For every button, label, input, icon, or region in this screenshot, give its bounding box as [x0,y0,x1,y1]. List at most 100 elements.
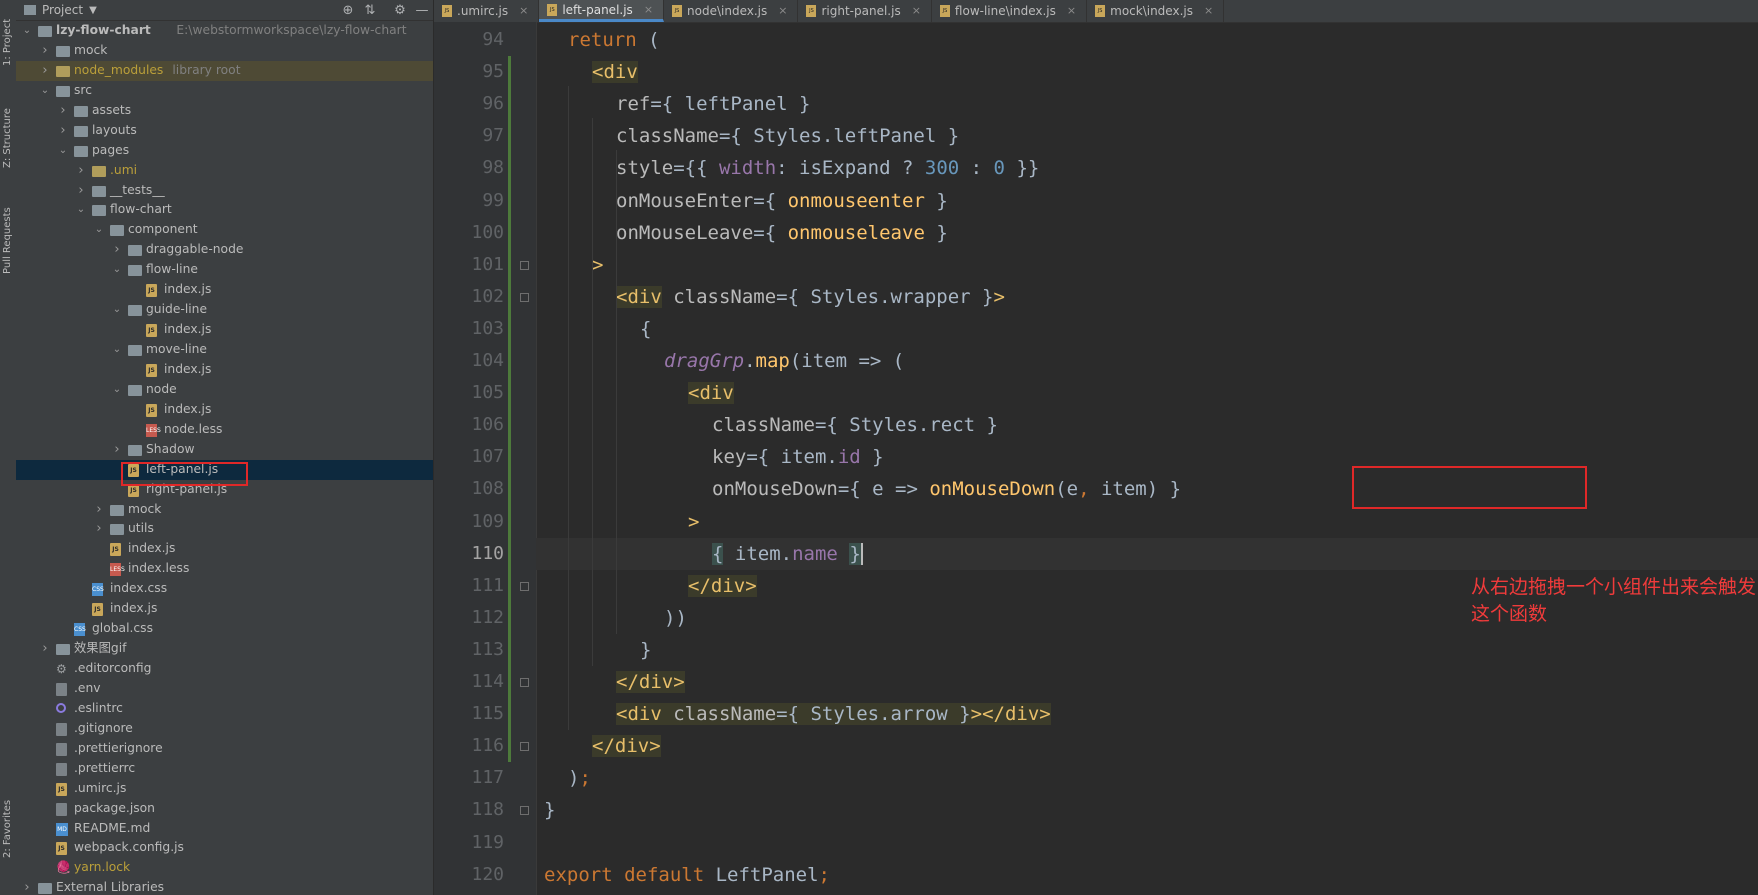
tree-item[interactable]: MD README.md [16,819,433,839]
fold-icon[interactable] [520,742,529,752]
tree-item[interactable]: CSS index.css [16,579,433,599]
locate-icon[interactable]: ⊕ [337,3,359,18]
tree-item[interactable]: LESS node.less [16,420,433,440]
code-line[interactable]: key={ item.id } [712,441,884,473]
tree-item[interactable]: .env [16,679,433,699]
tree-item[interactable]: JS .umirc.js [16,779,433,799]
code-line[interactable]: onMouseEnter={ onmouseenter } [616,185,948,217]
tree-item[interactable]: ⌄ move-line [16,340,433,360]
code-line[interactable]: ); [568,762,591,794]
chevron-right-icon[interactable]: › [58,121,68,141]
tree-item[interactable]: .eslintrc [16,699,433,719]
code-line[interactable]: <div className={ Styles.wrapper }> [616,281,1005,313]
tree-item[interactable]: ⌄ flow-chart [16,200,433,220]
side-tab-pull-requests[interactable]: Pull Requests [0,190,16,274]
tree-item[interactable]: › draggable-node [16,240,433,260]
tree-item[interactable]: JS index.js [16,320,433,340]
chevron-right-icon[interactable]: › [112,440,122,460]
code-line[interactable]: dragGrp.map(item => ( [664,345,904,377]
chevron-right-icon[interactable]: › [40,61,50,81]
chevron-down-icon[interactable]: ⌄ [112,260,122,280]
code-line[interactable]: { item.name } [712,538,863,570]
fold-icon[interactable] [520,581,529,591]
chevron-right-icon[interactable]: › [58,101,68,121]
chevron-right-icon[interactable]: › [94,500,104,520]
close-icon[interactable]: × [644,0,653,21]
tree-item[interactable]: ⚙ .editorconfig [16,659,433,679]
code-line[interactable]: > [592,249,603,281]
tree-item[interactable]: JS index.js [16,280,433,300]
tree-item[interactable]: JS index.js [16,539,433,559]
tree-item[interactable]: .prettierignore [16,739,433,759]
code-line[interactable]: )) [664,602,687,634]
tree-item[interactable]: LESS index.less [16,559,433,579]
chevron-right-icon[interactable]: › [22,878,32,895]
tree-item[interactable]: JS right-panel.js [16,480,433,500]
chevron-down-icon[interactable]: ⌄ [94,220,104,240]
tree-item[interactable]: › mock [16,41,433,61]
code-line[interactable]: export default LeftPanel; [544,859,830,891]
fold-icon[interactable] [520,806,529,816]
fold-icon[interactable] [520,292,529,302]
tree-item[interactable]: ⌄ pages [16,141,433,161]
tree-item[interactable]: JS index.js [16,360,433,380]
code-line[interactable]: <div [688,377,734,409]
editor-tab[interactable]: JS left-panel.js × [539,0,665,22]
tree-item[interactable]: ⌄ node [16,380,433,400]
tree-item[interactable]: ⌄ guide-line [16,300,433,320]
code-line[interactable]: onMouseLeave={ onmouseleave } [616,217,948,249]
code-line[interactable]: } [640,634,651,666]
close-icon[interactable]: × [1204,0,1213,22]
tree-item[interactable]: › Shadow [16,440,433,460]
code-line[interactable]: <div className={ Styles.arrow }></div> [616,698,1051,730]
chevron-down-icon[interactable]: ⌄ [112,300,122,320]
code-line[interactable]: </div> [688,570,757,602]
code-line[interactable]: > [688,506,699,538]
editor-tab[interactable]: JS mock\index.js × [1087,0,1225,22]
vcs-change-marker[interactable] [508,56,511,763]
editor-tab[interactable]: JS .umirc.js × [434,0,540,22]
tree-item[interactable]: package.json [16,799,433,819]
tree-item[interactable]: .prettierrc [16,759,433,779]
tree-item[interactable]: › mock [16,500,433,520]
tree-item[interactable]: .gitignore [16,719,433,739]
tree-item[interactable]: › layouts [16,121,433,141]
code-line[interactable]: className={ Styles.leftPanel } [616,120,959,152]
chevron-down-icon[interactable]: ⌄ [112,380,122,400]
project-view-title[interactable]: Project [42,3,83,17]
close-icon[interactable]: × [912,0,921,22]
code-line[interactable]: style={{ width: isExpand ? 300 : 0 }} [616,152,1039,184]
chevron-right-icon[interactable]: › [40,639,50,659]
chevron-right-icon[interactable]: › [76,161,86,181]
code-line[interactable]: { [640,313,651,345]
fold-icon[interactable] [520,678,529,687]
tree-item[interactable]: JS left-panel.js [16,459,433,480]
tree-item[interactable]: JS webpack.config.js [16,838,433,858]
hide-icon[interactable]: — [411,3,433,18]
code-line[interactable]: </div> [616,666,685,698]
tree-item[interactable]: › assets [16,101,433,121]
tree-item[interactable]: CSS global.css [16,619,433,639]
close-icon[interactable]: × [519,0,528,22]
side-tab-project[interactable]: 1: Project [0,6,16,66]
tree-item[interactable]: ⌄ flow-line [16,260,433,280]
tree-item[interactable]: JS index.js [16,599,433,619]
code-line[interactable]: <div [592,56,638,88]
tree-item[interactable]: JS index.js [16,400,433,420]
editor-tab[interactable]: JS right-panel.js × [798,0,932,22]
tree-item[interactable]: › External Libraries [16,878,433,895]
close-icon[interactable]: × [778,0,787,22]
chevron-right-icon[interactable]: › [112,240,122,260]
tree-item[interactable]: › utils [16,519,433,539]
code-line[interactable]: </div> [592,730,661,762]
gear-icon[interactable]: ⚙ [389,3,411,18]
chevron-right-icon[interactable]: › [40,41,50,61]
code-line[interactable]: return ( [568,24,660,56]
chevron-down-icon[interactable]: ⌄ [40,81,50,101]
chevron-down-icon[interactable]: ⌄ [58,141,68,161]
chevron-right-icon[interactable]: › [76,181,86,201]
editor-tab[interactable]: JS node\index.js × [664,0,799,22]
code-line[interactable]: onMouseDown={ e => onMouseDown(e, item) … [712,473,1181,505]
side-tab-structure[interactable]: Z: Structure [0,92,16,168]
chevron-down-icon[interactable]: ⌄ [76,200,86,220]
